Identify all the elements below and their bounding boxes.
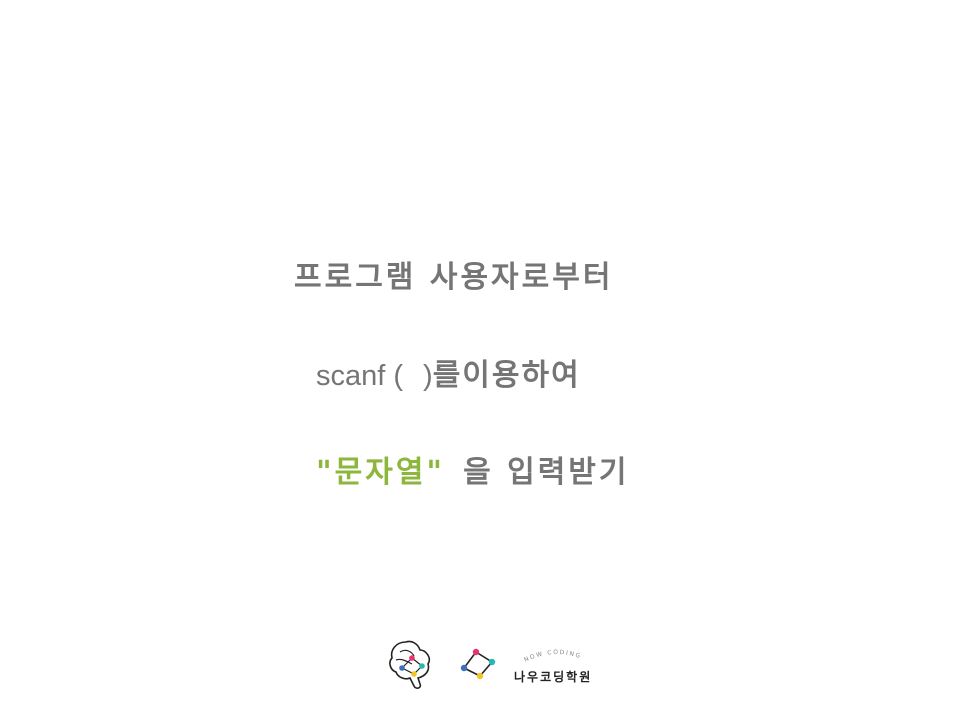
line1-text: 프로그램 사용자로부터	[294, 260, 614, 295]
scanf-close: )	[423, 360, 433, 392]
slide-line-1: 프로그램 사용자로부터	[294, 260, 613, 296]
line3-rest: 을 입력받기	[463, 455, 630, 490]
brand-name: 나우코딩학원	[514, 670, 593, 684]
brand-arc-text: NOW CODING	[523, 649, 582, 664]
slide-line-2: scanf ()를이용하여	[316, 358, 581, 394]
svg-text:NOW CODING: NOW CODING	[523, 649, 582, 664]
string-highlight: "문자열"	[316, 455, 446, 490]
slide-line-3: "문자열" 을 입력받기	[316, 455, 630, 491]
diamond-logo-icon	[460, 648, 496, 680]
line2-rest: 를이용하여	[432, 358, 581, 393]
brand-mark: NOW CODING 나우코딩학원	[512, 644, 602, 684]
footer-logos: NOW CODING 나우코딩학원	[386, 636, 606, 692]
brain-logo-icon	[389, 640, 431, 689]
scanf-open: scanf (	[316, 360, 404, 392]
